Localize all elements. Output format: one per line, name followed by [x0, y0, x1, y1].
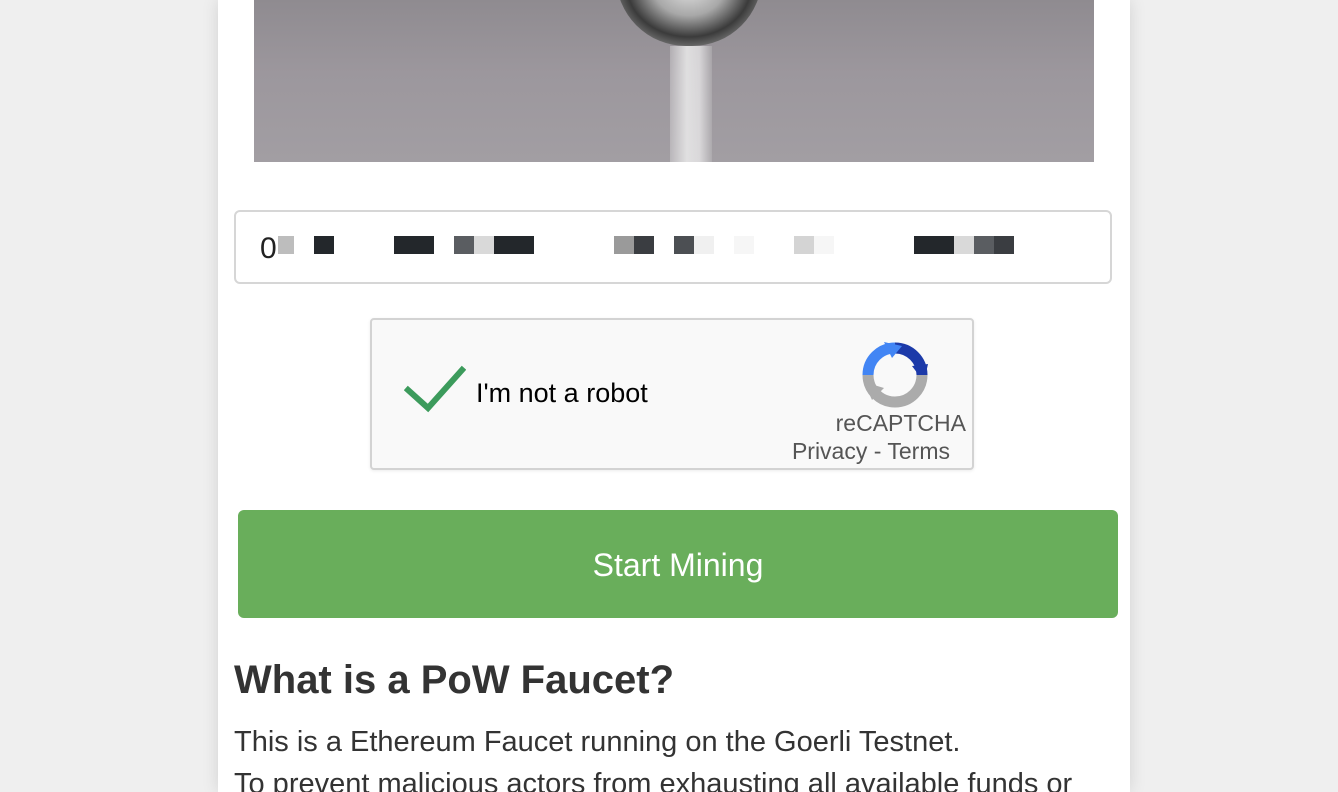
page-card: 0 I'm not a robot reCAPTCHA Privacy - Te…: [218, 0, 1130, 792]
recaptcha-label: I'm not a robot: [476, 378, 648, 408]
recaptcha-links: Privacy - Terms: [792, 438, 950, 465]
faucet-spout-graphic: [616, 0, 762, 46]
privacy-link[interactable]: Privacy: [792, 438, 867, 464]
wallet-address-value: 0: [260, 232, 277, 265]
terms-link[interactable]: Terms: [887, 438, 950, 464]
links-separator: -: [867, 438, 888, 464]
start-mining-button[interactable]: Start Mining: [238, 510, 1118, 618]
recaptcha-logo-icon: [862, 342, 928, 408]
water-stream-graphic: [670, 46, 712, 162]
about-line-2: To prevent malicious actors from exhaust…: [234, 768, 1073, 792]
about-line-1: This is a Ethereum Faucet running on the…: [234, 726, 961, 758]
recaptcha-widget[interactable]: I'm not a robot reCAPTCHA Privacy - Term…: [370, 318, 974, 470]
faucet-hero-image: [254, 0, 1094, 162]
recaptcha-brand: reCAPTCHA: [835, 410, 966, 436]
wallet-address-input[interactable]: 0: [234, 210, 1112, 284]
checkmark-icon[interactable]: [404, 364, 466, 414]
about-heading: What is a PoW Faucet?: [234, 658, 675, 702]
